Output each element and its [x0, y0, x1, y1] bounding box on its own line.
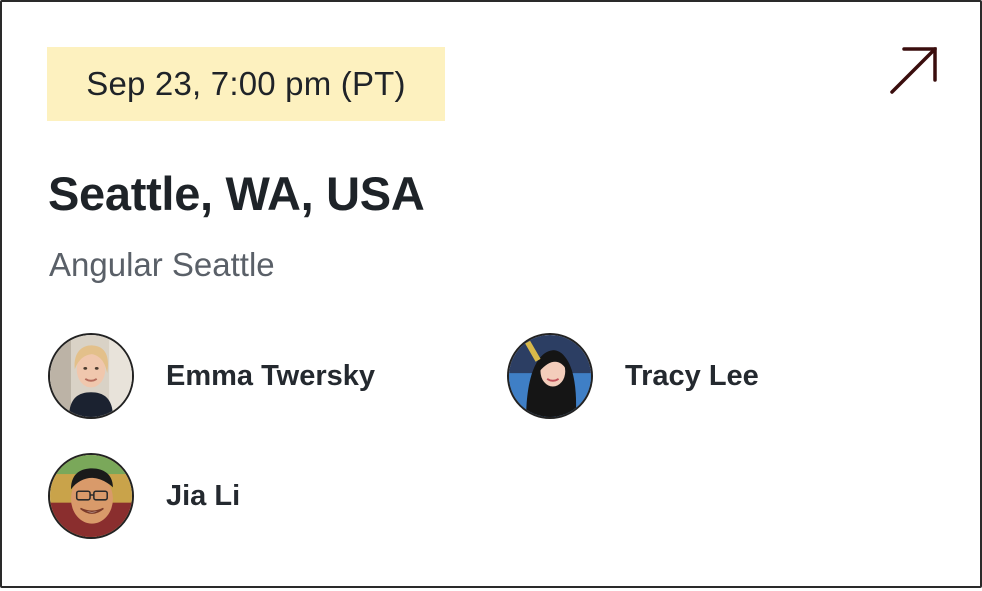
speaker-avatar: [48, 453, 134, 539]
arrow-up-right-icon: [890, 47, 937, 94]
open-event-link[interactable]: [886, 44, 940, 98]
event-group-name: Angular Seattle: [49, 246, 275, 283]
speaker-jia-li[interactable]: Jia Li: [48, 453, 240, 539]
event-location-title: Seattle, WA, USA: [48, 167, 425, 220]
speaker-emma-twersky[interactable]: Emma Twersky: [48, 333, 375, 419]
event-datetime: Sep 23, 7:00 pm (PT): [86, 65, 406, 102]
speaker-name: Tracy Lee: [625, 359, 759, 392]
person-photo-icon: [509, 335, 591, 417]
person-photo-icon: [50, 455, 132, 537]
speaker-tracy-lee[interactable]: Tracy Lee: [507, 333, 759, 419]
person-photo-icon: [50, 335, 132, 417]
speaker-avatar: [48, 333, 134, 419]
event-card[interactable]: Sep 23, 7:00 pm (PT) Seattle, WA, USA An…: [0, 0, 982, 588]
speaker-name: Jia Li: [166, 479, 241, 512]
speaker-avatar: [507, 333, 593, 419]
event-date-badge: Sep 23, 7:00 pm (PT): [47, 47, 445, 121]
speaker-name: Emma Twersky: [166, 359, 376, 392]
